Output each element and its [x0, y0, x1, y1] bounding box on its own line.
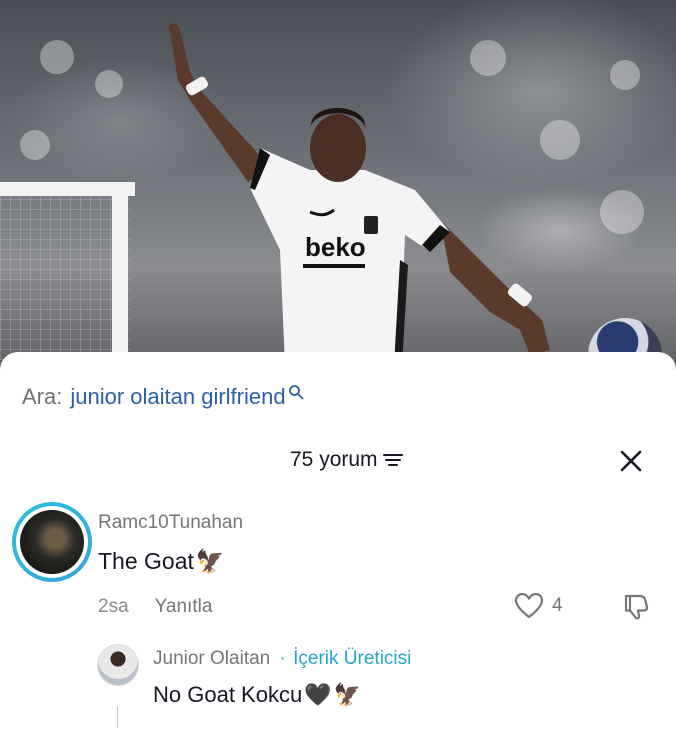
creator-avatar[interactable]: [97, 644, 139, 686]
search-suggestion[interactable]: Ara: junior olaitan girlfriend: [22, 384, 304, 410]
crowd-blur: [40, 40, 74, 74]
reply-button[interactable]: Yanıtla: [155, 596, 213, 618]
search-term-link[interactable]: junior olaitan girlfriend: [70, 384, 285, 410]
commenter-avatar[interactable]: [12, 502, 92, 582]
thread-line: [117, 706, 118, 728]
like-count: 4: [552, 595, 563, 616]
crowd-blur: [610, 60, 640, 90]
comment-body: The Goat: [98, 548, 194, 574]
thumbs-down-icon[interactable]: [620, 592, 650, 622]
comment-meta: 2sa Yanıtla: [98, 596, 212, 618]
player-figure: beko: [168, 23, 550, 365]
comment-count-label: 75 yorum: [290, 448, 378, 471]
comment-timestamp: 2sa: [98, 596, 129, 617]
filter-icon[interactable]: [382, 451, 404, 469]
avatar-image: [20, 510, 84, 574]
creator-badge: İçerik Üreticisi: [293, 648, 412, 669]
like-button[interactable]: 4: [514, 592, 563, 620]
comment-count[interactable]: 75 yorum: [290, 448, 404, 472]
comment-username[interactable]: Ramc10Tunahan: [98, 512, 243, 534]
reply-username-row: Junior Olaitan · İçerik Üreticisi: [153, 648, 411, 670]
search-icon: [288, 385, 303, 400]
video-background[interactable]: beko: [0, 0, 676, 380]
comments-sheet: Ara: junior olaitan girlfriend 75 yorum: [0, 352, 676, 729]
goal-post: [112, 182, 128, 362]
avatar-ring-inner: [16, 506, 88, 578]
crowd-blur: [600, 190, 644, 234]
black-heart-emoji-icon: 🖤: [304, 682, 332, 707]
comments-header: 75 yorum: [0, 448, 676, 478]
reply-body: No Goat Kokcu: [153, 682, 303, 707]
svg-text:beko: beko: [305, 232, 366, 262]
reply-text: No Goat Kokcu 🖤 🦅: [153, 682, 361, 708]
comment-text: The Goat 🦅: [98, 548, 225, 575]
eagle-emoji-icon: 🦅: [333, 682, 361, 707]
crowd-blur: [95, 70, 123, 98]
creator-separator: ·: [279, 648, 286, 669]
eagle-emoji-icon: 🦅: [195, 548, 225, 574]
search-prefix: Ara:: [22, 384, 63, 409]
heart-icon[interactable]: [514, 592, 544, 620]
reply-username[interactable]: Junior Olaitan: [153, 648, 270, 669]
crowd-blur: [20, 130, 50, 160]
close-icon[interactable]: [618, 448, 644, 474]
goal-net: [0, 195, 130, 360]
